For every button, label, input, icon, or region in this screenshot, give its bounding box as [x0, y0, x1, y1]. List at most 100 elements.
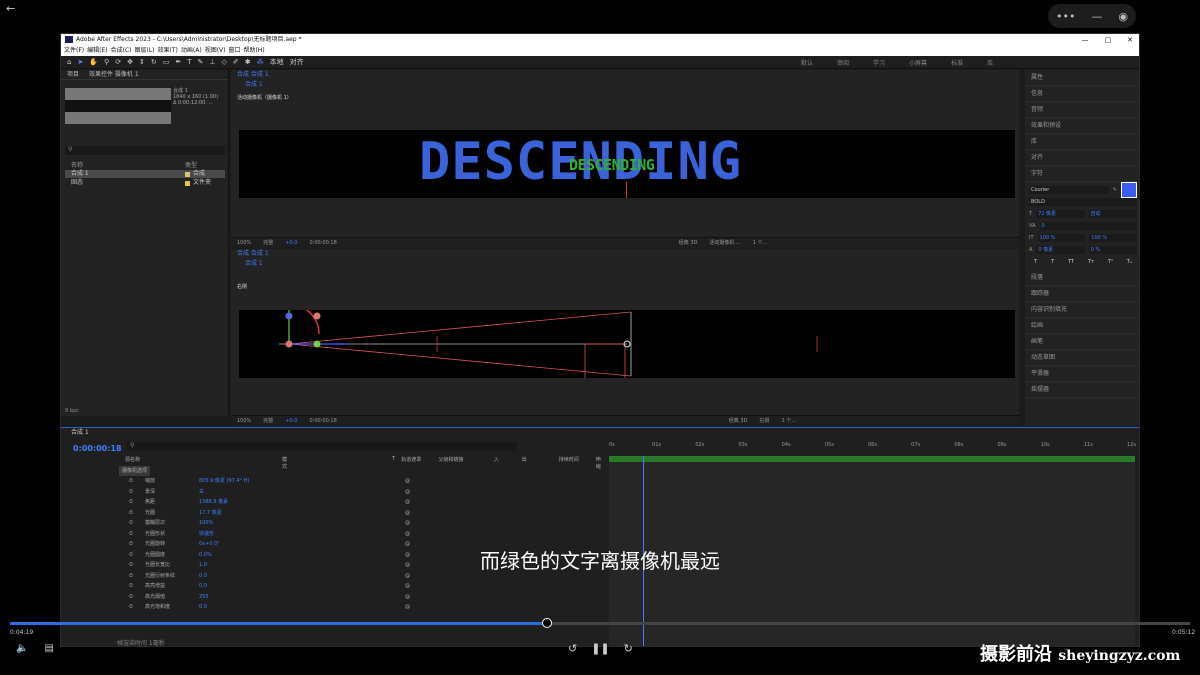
panel-paragraph[interactable]: 段落 — [1025, 270, 1139, 286]
col-parent[interactable]: 父级和链接 — [438, 456, 494, 464]
stopwatch-icon[interactable]: ⏱ — [129, 508, 137, 518]
views-select[interactable]: 1 个... — [781, 416, 796, 426]
camera-property-row[interactable]: ⏱ 高亮增益 0.0 @ — [129, 581, 609, 591]
font-family-select[interactable]: Courier — [1029, 186, 1109, 194]
col-t[interactable]: T — [392, 456, 401, 464]
close-button[interactable]: ✕ — [1127, 34, 1133, 46]
pickwhip-icon[interactable]: @ — [405, 581, 410, 591]
quality-select[interactable]: 完整 — [263, 416, 273, 426]
puppet-tool-icon[interactable]: ✱ — [245, 58, 251, 66]
zoom-select[interactable]: 100% — [237, 416, 251, 426]
stamp-tool-icon[interactable]: ⊥ — [209, 58, 215, 66]
viewer-time[interactable]: 0:00:00:18 — [309, 416, 336, 426]
small-caps-button[interactable]: Tт — [1088, 259, 1094, 265]
property-value[interactable]: 0.0 — [199, 602, 339, 612]
pickwhip-icon[interactable]: @ — [405, 487, 410, 497]
zoom-select[interactable]: 100% — [237, 238, 251, 248]
faux-bold-button[interactable]: T — [1034, 259, 1037, 265]
pen-tool-icon[interactable]: ✒ — [175, 58, 181, 66]
superscript-button[interactable]: T¹ — [1108, 259, 1113, 265]
col-duration[interactable]: 持续时间 — [559, 456, 596, 464]
workspace-library[interactable]: 库 — [987, 58, 993, 67]
timeline-search-input[interactable]: ⚲ — [127, 442, 517, 451]
current-time[interactable]: 0:00:00:18 — [73, 444, 122, 453]
exposure-value[interactable]: +0.0 — [285, 238, 297, 248]
workspace-review[interactable]: 审阅 — [837, 58, 849, 67]
property-value[interactable]: 1388.9 像素 — [199, 497, 339, 507]
faux-italic-button[interactable]: T — [1051, 259, 1054, 265]
col-in[interactable]: 入 — [494, 456, 522, 464]
pickwhip-icon[interactable]: @ — [405, 508, 410, 518]
header-type[interactable]: 类型 — [185, 160, 197, 169]
menu-view[interactable]: 视图(V) — [205, 46, 226, 56]
subscript-button[interactable]: T₁ — [1127, 259, 1132, 265]
property-value[interactable]: 关 — [199, 487, 339, 497]
workspace-small[interactable]: 小屏幕 — [909, 58, 927, 67]
menu-file[interactable]: 文件(F) — [64, 46, 84, 56]
project-item-comp[interactable]: 合成 1 合成 — [65, 170, 225, 178]
stopwatch-icon[interactable]: ⏱ — [129, 497, 137, 507]
pickwhip-icon[interactable]: @ — [405, 497, 410, 507]
stopwatch-icon[interactable]: ⏱ — [129, 476, 137, 486]
camera-property-row[interactable]: ⏱ 缩放 805.9 像素 (97.4° H) @ — [129, 476, 609, 486]
camera-select[interactable]: 活动摄像机 ... — [709, 238, 740, 248]
stopwatch-icon[interactable]: ⏱ — [129, 592, 137, 602]
project-tab[interactable]: 项目 — [67, 70, 79, 79]
menu-effect[interactable]: 效果(T) — [158, 46, 178, 56]
fill-color-swatch[interactable] — [1121, 182, 1137, 198]
pickwhip-icon[interactable]: @ — [405, 602, 410, 612]
minimize-icon[interactable]: — — [1091, 10, 1102, 23]
bpc-label[interactable]: 8 bpc — [65, 408, 79, 414]
rotate-handle[interactable] — [313, 312, 321, 320]
col-source-name[interactable]: 源名称 — [65, 456, 162, 464]
vertical-scale-input[interactable]: 100 % — [1037, 234, 1086, 242]
descending-green-text[interactable]: DESCENDING — [569, 156, 655, 174]
panel-audio[interactable]: 音频 — [1025, 102, 1139, 118]
camera-handle[interactable] — [285, 340, 293, 348]
camera-property-row[interactable]: ⏱ 模糊层次 100% @ — [129, 518, 609, 528]
camera-property-row[interactable]: ⏱ 高光阈值 255 @ — [129, 592, 609, 602]
playback-progress-bar[interactable] — [10, 618, 1190, 628]
more-icon[interactable]: ••• — [1056, 10, 1075, 23]
zoom-tool-icon[interactable]: ⚲ — [104, 58, 109, 66]
baseline-input[interactable]: 0 像素 — [1036, 246, 1085, 254]
font-style-select[interactable]: BOLD — [1029, 198, 1137, 206]
font-size-input[interactable]: 72 像素 — [1036, 210, 1085, 218]
stopwatch-icon[interactable]: ⏱ — [129, 487, 137, 497]
dolly-tool-icon[interactable]: ⇕ — [139, 58, 145, 66]
property-value[interactable]: 255 — [199, 592, 339, 602]
panel-align[interactable]: 对齐 — [1025, 150, 1139, 166]
property-value[interactable]: 100% — [199, 518, 339, 528]
eraser-tool-icon[interactable]: ◇ — [221, 58, 226, 66]
panel-content-aware-fill[interactable]: 内容识别填充 — [1025, 302, 1139, 318]
col-mode[interactable]: 模式 — [162, 456, 287, 470]
menu-composition[interactable]: 合成(C) — [111, 46, 132, 56]
axis-mode-icon[interactable]: ⁂ — [257, 58, 264, 66]
viewer-canvas[interactable] — [239, 310, 1015, 378]
orbit-tool-icon[interactable]: ⟳ — [115, 58, 121, 66]
all-caps-button[interactable]: TT — [1068, 259, 1074, 265]
camera-property-row[interactable]: ⏱ 高光饱和度 0.0 @ — [129, 602, 609, 612]
leading-input[interactable]: 自动 — [1088, 210, 1137, 218]
pickwhip-icon[interactable]: @ — [405, 592, 410, 602]
viewer-time[interactable]: 0:00:00:18 — [309, 238, 336, 248]
camera-select[interactable]: 右侧 — [759, 416, 769, 426]
panel-smoother[interactable]: 平滑器 — [1025, 366, 1139, 382]
back-arrow-icon[interactable]: ← — [6, 2, 15, 15]
camera-property-row[interactable]: ⏱ 光圈 17.7 像素 @ — [129, 508, 609, 518]
renderer-select[interactable]: 经典 3D — [679, 238, 698, 248]
project-item-folder[interactable]: 固态 文件夹 — [65, 179, 225, 187]
comp-breadcrumb[interactable]: 合成 1 — [231, 80, 1019, 90]
brush-tool-icon[interactable]: ✎ — [197, 58, 203, 66]
menu-help[interactable]: 帮助(H) — [244, 46, 265, 56]
panel-paint[interactable]: 绘画 — [1025, 318, 1139, 334]
stopwatch-icon[interactable]: ⏱ — [129, 602, 137, 612]
menu-window[interactable]: 窗口 — [228, 46, 240, 56]
volume-icon[interactable]: 🔈 — [16, 643, 28, 654]
col-stretch[interactable]: 伸缩 — [596, 456, 605, 470]
workspace-standard[interactable]: 标准 — [951, 58, 963, 67]
timeline-tab[interactable]: 合成 1 — [61, 428, 1139, 438]
stopwatch-icon[interactable]: ⏱ — [129, 518, 137, 528]
stopwatch-icon[interactable]: ⏱ — [129, 529, 137, 539]
viewer-tab[interactable]: 合成 合成 1 — [237, 70, 269, 80]
